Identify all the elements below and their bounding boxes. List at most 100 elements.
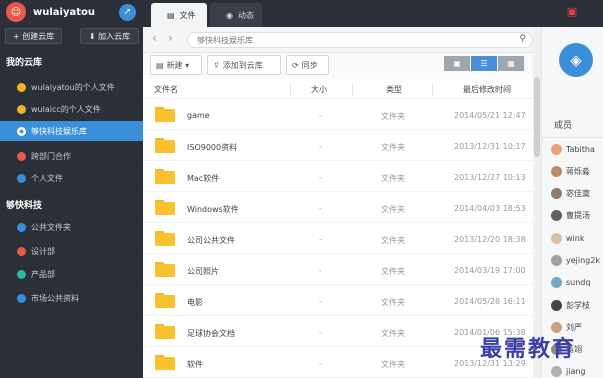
table-row[interactable]: game - 文件夹 2014/05/21 12:47 bbox=[143, 100, 536, 130]
shopping-bag-icon[interactable]: ▣ bbox=[564, 4, 580, 18]
member-item[interactable]: 蒋烁淼 bbox=[551, 164, 590, 178]
sidebar-item-label: 产品部 bbox=[31, 269, 55, 279]
member-item[interactable]: 曹提汤 bbox=[551, 208, 590, 222]
file-date: 2014/04/03 18:53 bbox=[454, 204, 526, 213]
breadcrumb[interactable]: 够快科技娱乐库 ⚲ bbox=[187, 32, 533, 48]
avatar bbox=[551, 143, 562, 155]
watermark: 最需教育 bbox=[480, 336, 577, 362]
file-size: - bbox=[319, 328, 322, 337]
list-view-icon[interactable]: ☰ bbox=[471, 56, 498, 71]
column-header-modified[interactable]: 最后修改时间 bbox=[463, 84, 511, 95]
avatar bbox=[551, 276, 562, 288]
file-size: - bbox=[319, 297, 322, 306]
sync-button[interactable]: ⟳ 同步 bbox=[286, 55, 329, 75]
file-date: 2014/05/28 16:11 bbox=[454, 297, 526, 306]
table-row[interactable]: 公司公共文件 - 文件夹 2013/12/20 18:38 bbox=[143, 224, 536, 254]
member-item[interactable]: sundq bbox=[551, 275, 590, 289]
file-type: 文件夹 bbox=[381, 174, 405, 183]
sidebar-item-product-dept[interactable]: 产品部 bbox=[0, 264, 143, 284]
member-item[interactable]: wink bbox=[551, 231, 584, 245]
tab-label: 文件 bbox=[179, 10, 196, 20]
file-name: 软件 bbox=[187, 360, 203, 369]
grid-view-icon[interactable]: ▦ bbox=[498, 56, 525, 71]
member-item[interactable]: yejing2k bbox=[551, 253, 600, 267]
thumbnail-view-icon[interactable]: ▣ bbox=[444, 56, 471, 71]
join-library-button[interactable]: ⬇ 加入云库 bbox=[80, 28, 139, 44]
create-library-button[interactable]: + 创建云库 bbox=[5, 28, 62, 44]
member-name: 宓佳寞 bbox=[566, 188, 590, 198]
file-type: 文件夹 bbox=[381, 360, 405, 369]
avatar bbox=[551, 232, 562, 244]
avatar bbox=[551, 165, 562, 177]
table-row[interactable]: 软件 - 文件夹 2013/12/31 13:29 bbox=[143, 348, 536, 378]
file-type: 文件夹 bbox=[381, 112, 405, 121]
file-type: 文件夹 bbox=[381, 143, 405, 152]
sidebar-item-personal-wulaicc[interactable]: wulaicc的个人文件 bbox=[0, 99, 143, 119]
member-item[interactable]: jiang bbox=[551, 364, 586, 378]
team-dot-icon bbox=[17, 151, 26, 161]
table-row[interactable]: 电影 - 文件夹 2014/05/28 16:11 bbox=[143, 286, 536, 316]
sidebar-item-personal-wulaiyatou[interactable]: wulaiyatou的个人文件 bbox=[0, 77, 143, 97]
avatar bbox=[551, 187, 562, 199]
file-list-scrollbar[interactable] bbox=[533, 27, 541, 378]
folder-icon bbox=[155, 200, 175, 215]
divider bbox=[542, 137, 603, 138]
table-row[interactable]: Windows软件 - 文件夹 2014/04/03 18:53 bbox=[143, 193, 536, 223]
file-date: 2014/03/19 17:00 bbox=[454, 266, 526, 275]
sidebar-item-marketing[interactable]: 市场公共资料 bbox=[0, 288, 143, 308]
avatar-icon: ☺ bbox=[10, 6, 22, 18]
forward-arrow-icon[interactable]: › bbox=[168, 31, 173, 45]
member-item[interactable]: 彭学枝 bbox=[551, 298, 590, 312]
sidebar-item-design-dept[interactable]: 设计部 bbox=[0, 241, 143, 261]
search-icon[interactable]: ⚲ bbox=[519, 34, 526, 44]
file-tab-icon: ▤ bbox=[167, 10, 175, 20]
library-info-panel: ◈ 成员 Tabitha 蒋烁淼 宓佳寞 曹提汤 wink yejing2k s… bbox=[541, 27, 603, 378]
file-date: 2014/05/21 12:47 bbox=[454, 111, 526, 120]
new-button[interactable]: ▤ 新建 ▾ bbox=[150, 55, 202, 75]
chat-icon: ◉ bbox=[226, 10, 233, 20]
member-item[interactable]: 宓佳寞 bbox=[551, 186, 590, 200]
tab-activity[interactable]: ◉ 动态 bbox=[210, 3, 262, 27]
member-name: wink bbox=[566, 233, 585, 243]
sidebar-item-cross-department[interactable]: 跨部门合作 bbox=[0, 146, 143, 166]
avatar bbox=[551, 254, 562, 266]
table-row[interactable]: 足球协会文档 - 文件夹 2014/01/06 15:38 bbox=[143, 317, 536, 347]
file-size: - bbox=[319, 111, 322, 120]
user-avatar[interactable]: ☺ bbox=[6, 2, 26, 22]
view-switcher: ▣ ☰ ▦ bbox=[444, 56, 525, 71]
scrollbar-thumb[interactable] bbox=[534, 77, 540, 157]
folder-icon bbox=[155, 355, 175, 370]
member-name: 蒋烁淼 bbox=[566, 166, 590, 176]
table-row[interactable]: ISO9000资料 - 文件夹 2013/12/31 10:17 bbox=[143, 131, 536, 161]
member-name: 彭学枝 bbox=[566, 300, 590, 310]
column-header-type[interactable]: 类型 bbox=[386, 84, 402, 95]
tab-bar: ▤ 文件 ◉ 动态 ▣ bbox=[143, 0, 603, 27]
column-divider bbox=[432, 84, 433, 95]
file-type: 文件夹 bbox=[381, 298, 405, 307]
member-name: 曹提汤 bbox=[566, 210, 590, 220]
add-button-label: 添加到云库 bbox=[222, 60, 263, 70]
table-row[interactable]: Mac软件 - 文件夹 2013/12/27 10:13 bbox=[143, 162, 536, 192]
member-item[interactable]: Tabitha bbox=[551, 142, 595, 156]
user-name[interactable]: wulaiyatou bbox=[33, 7, 119, 18]
breadcrumb-path: 够快科技娱乐库 bbox=[197, 35, 253, 45]
column-header-size[interactable]: 大小 bbox=[311, 84, 327, 95]
sidebar-item-entertainment-library[interactable]: ◆ 够快科技娱乐库 bbox=[0, 121, 143, 141]
rocket-icon[interactable]: ➚ bbox=[119, 3, 136, 21]
column-header-name[interactable]: 文件名 bbox=[154, 84, 178, 95]
file-name: 公司公共文件 bbox=[187, 236, 235, 245]
file-name: game bbox=[187, 111, 210, 120]
new-icon: ▤ bbox=[156, 60, 164, 70]
sidebar-item-label: 公共文件夹 bbox=[31, 222, 71, 232]
back-arrow-icon[interactable]: ‹ bbox=[152, 31, 157, 45]
tab-files[interactable]: ▤ 文件 bbox=[151, 3, 207, 27]
folder-dot-icon bbox=[17, 82, 26, 92]
sidebar-item-public-folder[interactable]: 公共文件夹 bbox=[0, 217, 143, 237]
sidebar-item-label: wulaiyatou的个人文件 bbox=[31, 82, 115, 92]
library-logo-icon: ◈ bbox=[559, 43, 593, 77]
file-name: Windows软件 bbox=[187, 205, 239, 214]
table-row[interactable]: 公司照片 - 文件夹 2014/03/19 17:00 bbox=[143, 255, 536, 285]
folder-icon bbox=[155, 169, 175, 184]
sidebar-item-personal-files[interactable]: 个人文件 bbox=[0, 168, 143, 188]
add-to-library-button[interactable]: ⇪ 添加到云库 bbox=[207, 55, 281, 75]
